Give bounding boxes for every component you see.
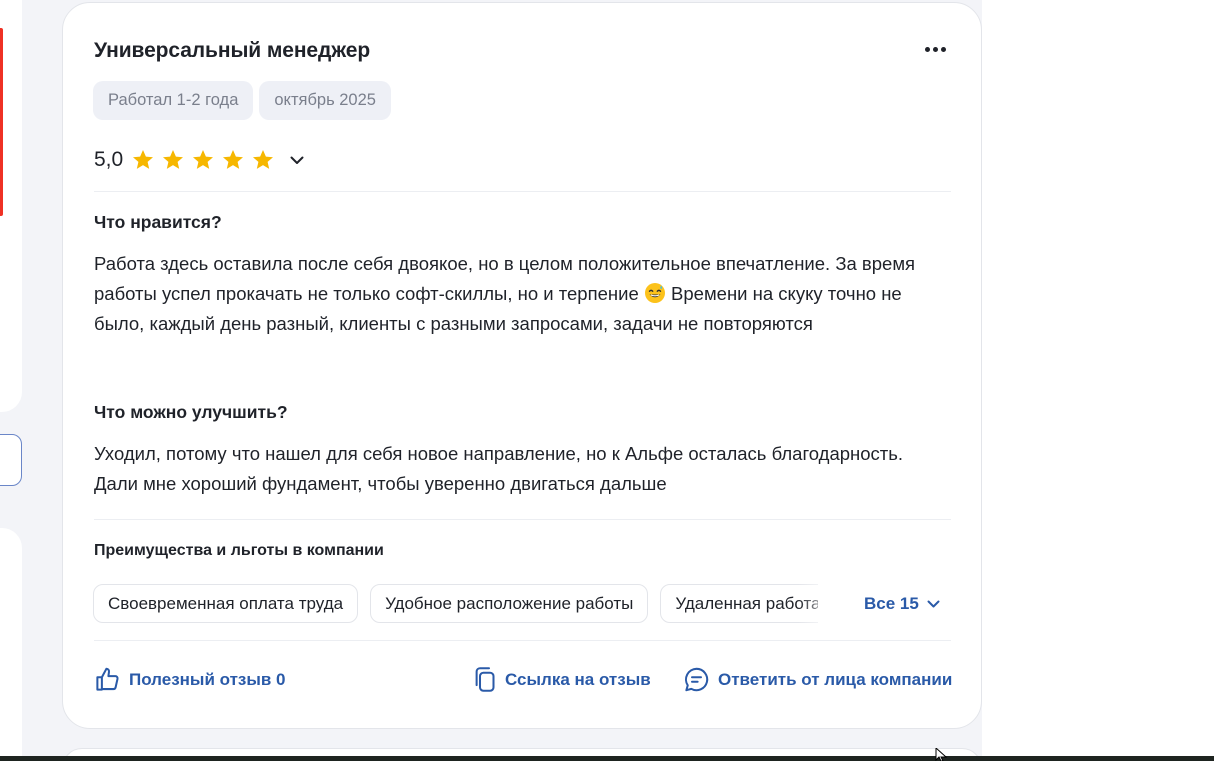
rating-value: 5,0 (94, 148, 124, 171)
link-label: Ссылка на отзыв (505, 669, 651, 689)
smiling-face-with-sweat-emoji (644, 283, 665, 303)
divider (94, 191, 951, 192)
more-options-button[interactable] (919, 37, 951, 61)
benefits-chips: Своевременная оплата труда Удобное распо… (93, 584, 818, 624)
star-icon (133, 150, 154, 169)
left-sidebar-card-2 (0, 528, 22, 761)
left-input-field[interactable] (0, 434, 22, 486)
review-card: Универсальный менеджер Работал 1-2 года … (62, 2, 982, 729)
more-horizontal-icon (924, 46, 930, 52)
chevron-down-icon (927, 600, 940, 608)
helpful-label: Полезный отзыв 0 (129, 669, 286, 689)
likes-heading: Что нравится? (94, 212, 222, 232)
divider (94, 640, 951, 641)
taskbar (0, 756, 1214, 761)
chips-fade-overlay (798, 584, 838, 624)
show-all-label: Все 15 (864, 594, 919, 613)
reply-label: Ответить от лица компании (718, 669, 953, 689)
rating-expand-button[interactable] (287, 150, 307, 170)
helpful-review-button[interactable]: Полезный отзыв 0 (94, 666, 286, 693)
improve-heading: Что можно улучшить? (94, 402, 288, 422)
thumbs-up-icon (96, 667, 119, 691)
brand-accent-bar (0, 28, 3, 216)
page-background-right (982, 0, 1214, 761)
star-icon (163, 150, 184, 169)
improve-text: Уходил, потому что нашел для себя новое … (94, 443, 904, 494)
review-tags: Работал 1-2 года октябрь 2025 (93, 81, 391, 120)
rating-row: 5,0 (94, 148, 307, 172)
star-icon (253, 150, 274, 169)
chevron-down-icon (290, 156, 304, 164)
divider (94, 519, 951, 520)
star-icon (193, 150, 214, 169)
benefit-chip[interactable]: Своевременная оплата труда (93, 584, 359, 623)
reply-as-company-button[interactable]: Ответить от лица компании (683, 666, 952, 693)
left-sidebar-card (0, 0, 22, 412)
benefit-chip[interactable]: Удобное расположение работы (370, 584, 649, 623)
benefit-chip[interactable]: Удаленная работа (660, 584, 818, 623)
show-all-benefits-button[interactable]: Все 15 (864, 594, 940, 614)
copy-link-icon (475, 667, 495, 692)
benefits-heading: Преимущества и льготы в компании (94, 542, 384, 559)
likes-text: Работа здесь оставила после себя двоякое… (94, 253, 916, 334)
tag-experience: Работал 1-2 года (93, 81, 254, 120)
chat-bubble-icon (685, 667, 709, 692)
review-title: Универсальный менеджер (94, 39, 371, 62)
star-icon (223, 150, 244, 169)
rating-stars (131, 148, 275, 172)
mouse-cursor-icon (935, 748, 948, 761)
review-link-button[interactable]: Ссылка на отзыв (472, 666, 651, 693)
tag-date: октябрь 2025 (259, 81, 391, 120)
